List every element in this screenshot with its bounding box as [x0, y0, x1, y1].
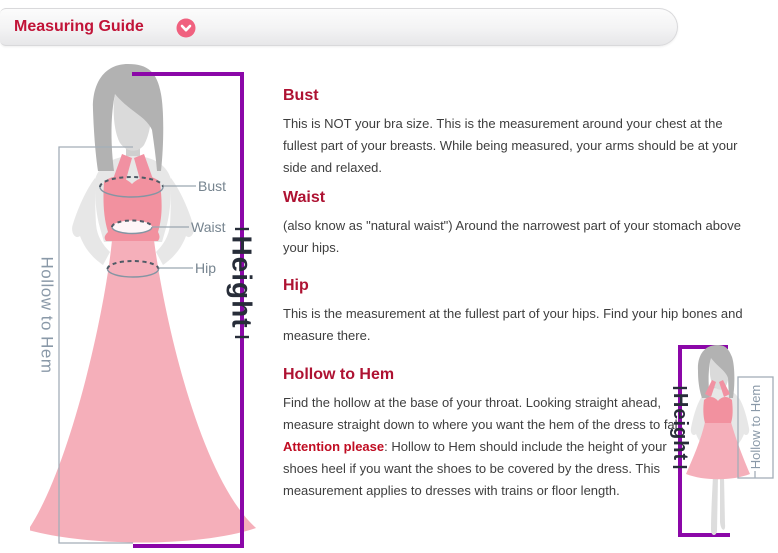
waist-description: (also know as "natural waist") Around th… — [283, 215, 753, 259]
page-title: Measuring Guide — [14, 9, 144, 45]
large-measuring-figure-diagram: Bust Waist Hip Hollow to Hem Height — [30, 60, 270, 553]
chevron-down-icon[interactable] — [176, 18, 196, 38]
small-hollow-to-hem-vertical-label: Hollow to Hem — [748, 385, 763, 470]
bust-section: Bust This is NOT your bra size. This is … — [283, 86, 753, 179]
small-measuring-figure-diagram: Hollow to Hem Height — [660, 330, 778, 553]
dress-skirt-shape — [30, 240, 256, 543]
measuring-guide-page: Measuring Guide Bust — [0, 0, 778, 553]
small-height-vertical-label: Height — [669, 393, 691, 461]
bust-label: Bust — [198, 178, 226, 194]
hollow-to-hem-vertical-label: Hollow to Hem — [38, 256, 57, 373]
measuring-guide-accordion-header[interactable]: Measuring Guide — [0, 8, 678, 46]
waist-label: Waist — [191, 219, 226, 235]
hip-label: Hip — [195, 260, 216, 276]
hollow-description-intro: Find the hollow at the base of your thro… — [283, 395, 684, 432]
bust-description: This is NOT your bra size. This is the m… — [283, 113, 753, 179]
height-vertical-label: Height — [227, 235, 258, 328]
bust-heading: Bust — [283, 86, 753, 106]
attention-please-label: Attention please — [283, 439, 384, 454]
waist-heading: Waist — [283, 188, 753, 208]
waist-section: Waist (also know as "natural waist") Aro… — [283, 188, 753, 259]
hip-heading: Hip — [283, 276, 753, 296]
small-legs-shape — [711, 476, 725, 535]
